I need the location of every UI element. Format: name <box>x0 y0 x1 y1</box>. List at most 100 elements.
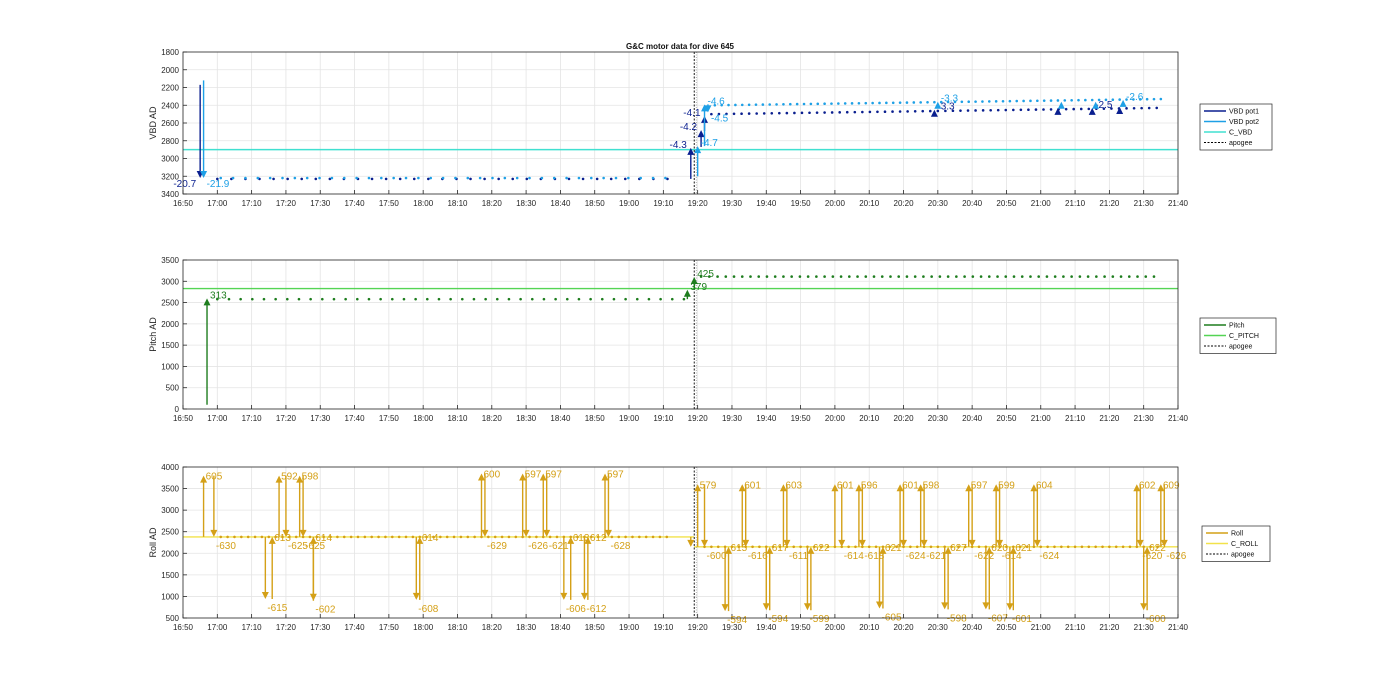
data-point <box>1019 108 1023 112</box>
x-tick-label: 20:00 <box>825 414 846 423</box>
data-point <box>398 177 402 181</box>
x-tick-label: 21:20 <box>1099 414 1120 423</box>
x-tick-label: 18:10 <box>447 623 468 632</box>
move-label: 592 <box>281 472 298 483</box>
data-point <box>919 101 922 104</box>
legend-label: C_VBD <box>1229 130 1252 137</box>
data-point <box>380 176 383 180</box>
data-point <box>414 297 417 301</box>
x-tick-label: 21:10 <box>1065 199 1086 208</box>
data-point <box>823 102 826 106</box>
data-point <box>909 545 912 549</box>
x-tick-label: 21:00 <box>1031 414 1052 423</box>
data-point <box>1087 545 1091 549</box>
x-tick-label: 20:10 <box>859 623 880 632</box>
data-point <box>631 535 634 539</box>
data-point <box>987 100 991 103</box>
data-point <box>427 177 430 181</box>
data-point <box>363 535 367 539</box>
move-label: 603 <box>785 480 802 491</box>
x-tick-label: 19:10 <box>653 199 674 208</box>
data-point <box>682 297 686 301</box>
data-point <box>891 110 894 113</box>
data-point <box>487 535 490 539</box>
data-point <box>915 545 919 549</box>
data-point <box>977 545 981 549</box>
data-point <box>889 275 892 278</box>
data-point <box>1049 108 1053 111</box>
data-point <box>838 111 841 114</box>
data-point <box>600 297 604 301</box>
data-point <box>946 275 950 278</box>
move-label: 598 <box>302 472 319 483</box>
move-label: -600 <box>1146 614 1166 625</box>
data-point <box>293 176 297 180</box>
data-point <box>966 109 970 112</box>
data-point <box>514 535 518 539</box>
data-point <box>644 535 648 539</box>
data-point <box>1039 545 1043 549</box>
data-point <box>417 176 420 180</box>
move-label: 598 <box>923 480 940 491</box>
data-point <box>577 297 581 301</box>
figure-background <box>0 0 1400 693</box>
move-label: -615 <box>267 603 287 614</box>
data-point <box>1049 99 1053 102</box>
data-point <box>921 109 925 113</box>
data-point <box>484 297 487 301</box>
legend-label: apogee <box>1229 140 1252 147</box>
data-point <box>1101 545 1104 549</box>
data-point <box>1034 108 1038 111</box>
move-label: 599 <box>998 480 1015 491</box>
move-label: -594 <box>768 614 788 625</box>
x-tick-label: 17:10 <box>242 623 263 632</box>
data-point <box>823 111 826 114</box>
data-point <box>493 535 497 539</box>
move-label: -629 <box>487 541 507 552</box>
data-point <box>974 109 977 112</box>
move-label: -4.7 <box>701 138 719 149</box>
data-point <box>267 535 271 539</box>
y-tick-label: 2000 <box>161 66 179 75</box>
move-label: 597 <box>971 480 988 491</box>
data-point <box>281 176 284 180</box>
move-label: -602 <box>315 605 335 616</box>
move-label: 604 <box>1036 480 1053 491</box>
x-tick-label: 18:00 <box>413 414 434 423</box>
data-point <box>370 535 374 539</box>
data-point <box>788 102 792 106</box>
legend-label: VBD pot1 <box>1229 109 1259 116</box>
move-label: 614 <box>422 533 439 544</box>
x-tick-label: 19:10 <box>653 623 674 632</box>
data-point <box>867 545 871 549</box>
data-point <box>581 177 585 181</box>
move-label: 614 <box>315 533 332 544</box>
data-point <box>497 177 500 181</box>
data-point <box>425 297 429 301</box>
data-point <box>830 111 834 114</box>
data-point <box>349 535 353 539</box>
y-tick-label: 2000 <box>161 320 179 329</box>
data-point <box>503 176 507 180</box>
data-point <box>614 176 618 180</box>
data-point <box>799 545 802 549</box>
move-label: 596 <box>861 480 878 491</box>
data-point <box>1015 99 1019 103</box>
data-point <box>412 177 416 181</box>
data-point <box>507 535 511 539</box>
move-label: 597 <box>545 469 562 480</box>
data-point <box>397 535 401 539</box>
legend-label: apogee <box>1229 344 1252 351</box>
x-tick-label: 17:40 <box>345 199 366 208</box>
move-label: 425 <box>697 269 714 280</box>
move-label: -616 <box>748 551 768 562</box>
data-point <box>511 177 515 181</box>
data-point <box>1090 98 1094 102</box>
data-point <box>929 545 933 549</box>
x-tick-label: 21:30 <box>1134 199 1155 208</box>
data-point <box>773 275 777 278</box>
move-label: -594 <box>727 615 747 626</box>
data-point <box>1084 98 1087 102</box>
data-point <box>732 275 736 278</box>
data-point <box>816 102 820 106</box>
